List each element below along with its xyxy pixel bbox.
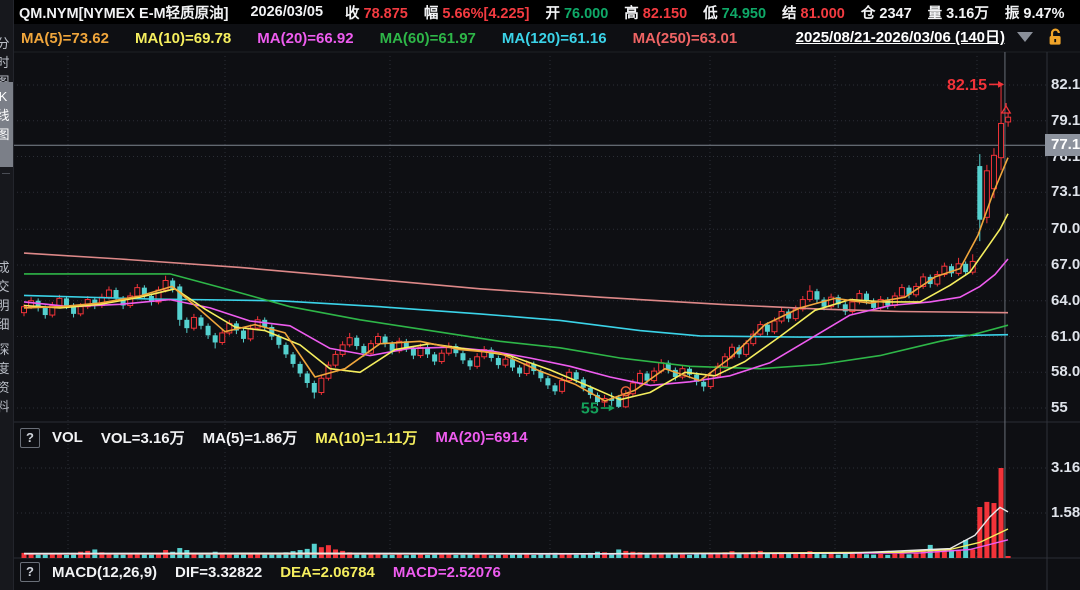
vol-ma10-label: MA(10)=1.11万 xyxy=(315,427,417,448)
ma10-label: MA(10)=69.78 xyxy=(135,30,231,47)
ma20-label: MA(20)=66.92 xyxy=(257,30,353,47)
quote-change: 幅5.66%[4.225] xyxy=(424,2,530,23)
ma250-label: MA(250)=63.01 xyxy=(633,30,738,47)
macd-indicator-row: ? MACD(12,26,9) DIF=3.32822 DEA=2.06784 … xyxy=(20,562,519,582)
price-axis-label: 67.0 xyxy=(1051,256,1080,274)
date-range-group: 2025/08/21-2026/03/06 (140日) xyxy=(796,26,1064,47)
sidebar-item-trade-details[interactable]: 成交明细 xyxy=(0,258,13,334)
quote-settle: 结81.000 xyxy=(782,2,845,23)
quote-close: 收78.875 xyxy=(345,2,408,23)
sidebar-item-kline-chart[interactable]: K线图 xyxy=(0,82,13,167)
kline-chart-canvas[interactable]: 82.15 55 xyxy=(0,0,1080,590)
volume-axis-label: 1.58 xyxy=(1051,504,1080,522)
ma60-label: MA(60)=61.97 xyxy=(380,30,476,47)
svg-text:82.15: 82.15 xyxy=(947,77,987,94)
price-axis-label: 70.0 xyxy=(1051,220,1080,238)
quote-open: 开76.000 xyxy=(545,2,608,23)
chart-mode-sidebar: 分时图 K线图 成交明细 深度资料 xyxy=(0,0,14,590)
quote-volume: 量3.16万 xyxy=(928,2,989,23)
price-axis-label: 73.1 xyxy=(1051,183,1080,201)
vol-ma5-label: MA(5)=1.86万 xyxy=(203,427,298,448)
vol-value: VOL=3.16万 xyxy=(101,427,185,448)
quote-low: 低74.950 xyxy=(703,2,766,23)
price-axis-label: 82.1 xyxy=(1051,76,1080,94)
unlock-icon[interactable] xyxy=(1047,28,1064,46)
price-axis-label: 79.1 xyxy=(1051,112,1080,130)
macd-dif-label: DIF=3.32822 xyxy=(175,564,262,581)
price-axis-label: 58.0 xyxy=(1051,363,1080,381)
quote-amplitude: 振9.47% xyxy=(1005,2,1065,23)
current-price-tag: 77.1 xyxy=(1045,134,1080,156)
macd-dea-label: DEA=2.06784 xyxy=(280,564,375,581)
ma5-label: MA(5)=73.62 xyxy=(21,30,109,47)
macd-name: MACD(12,26,9) xyxy=(52,564,157,581)
volume-indicator-row: ? VOL VOL=3.16万 MA(5)=1.86万 MA(10)=1.11万… xyxy=(20,427,546,448)
quote-header: QM.NYM[NYMEX E-M轻质原油] 2026/03/05 收78.875… xyxy=(13,0,1080,24)
sidebar-divider xyxy=(2,173,10,174)
quote-high: 高82.150 xyxy=(624,2,687,23)
macd-help-button[interactable]: ? xyxy=(20,562,40,582)
sidebar-item-kline-label: K线图 xyxy=(0,87,13,144)
price-axis-label: 61.0 xyxy=(1051,328,1080,346)
kline-app-window: { "colors": { "up_red": "#f23339", "down… xyxy=(0,0,1080,590)
vol-help-button[interactable]: ? xyxy=(20,428,40,448)
chevron-down-icon[interactable] xyxy=(1017,32,1033,42)
price-axis-label: 64.0 xyxy=(1051,292,1080,310)
vol-name: VOL xyxy=(52,429,83,446)
quote-open-interest: 仓2347 xyxy=(861,2,912,23)
date-range-link[interactable]: 2025/08/21-2026/03/06 (140日) xyxy=(796,26,1005,47)
macd-value-label: MACD=2.52076 xyxy=(393,564,501,581)
sidebar-item-depth-data[interactable]: 深度资料 xyxy=(0,340,13,416)
volume-axis-label: 3.16 xyxy=(1051,459,1080,477)
price-axis-label: 55 xyxy=(1051,399,1080,417)
ma120-label: MA(120)=61.16 xyxy=(502,30,607,47)
vol-ma20-label: MA(20)=6914 xyxy=(435,429,527,446)
symbol-name: QM.NYM[NYMEX E-M轻质原油] xyxy=(19,2,228,23)
svg-text:55: 55 xyxy=(581,401,599,418)
quote-date: 2026/03/05 xyxy=(250,4,323,20)
